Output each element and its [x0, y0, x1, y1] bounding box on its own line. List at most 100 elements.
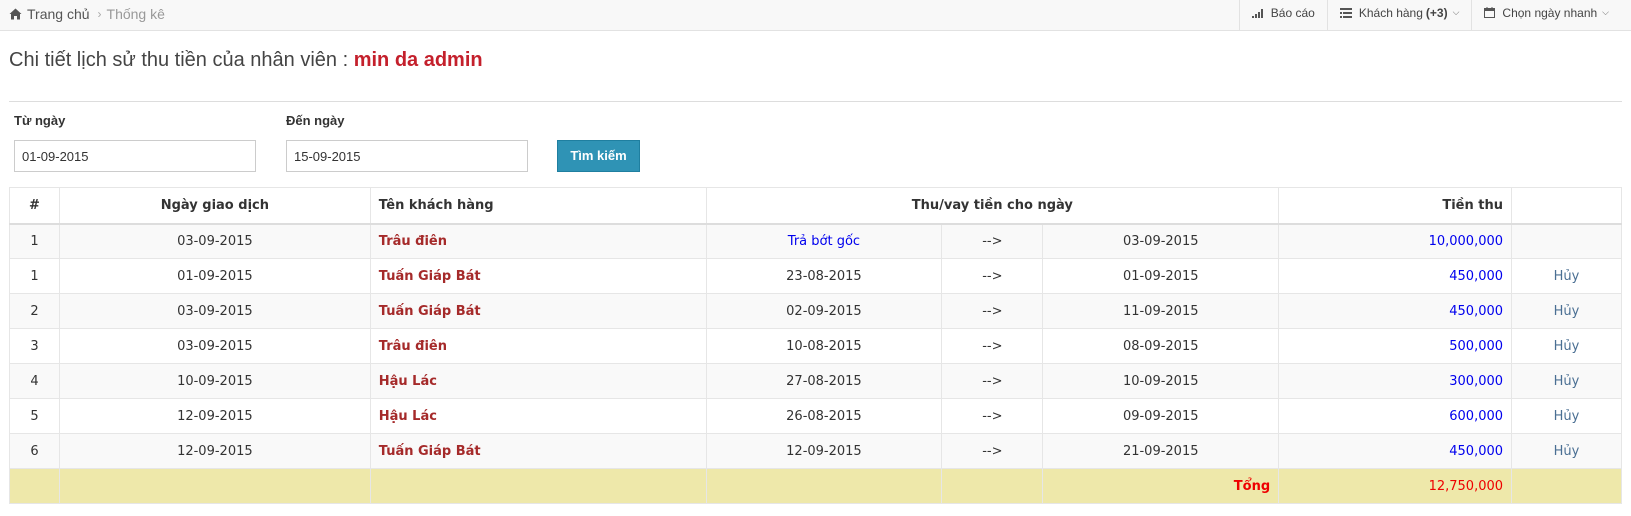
row-customer: Tuấn Giáp Bát	[369, 433, 707, 469]
row-index: 1	[9, 223, 60, 259]
row-amount: 450,000	[1278, 433, 1513, 469]
row-cancel-link[interactable]: Hủy	[1511, 433, 1622, 469]
table-row: 1 01-09-2015 Tuấn Giáp Bát 23-08-2015 --…	[9, 258, 1622, 294]
row-date: 12-09-2015	[58, 398, 371, 434]
table-row: 2 03-09-2015 Tuấn Giáp Bát 02-09-2015 --…	[9, 293, 1622, 329]
nav-quick-date-dropdown[interactable]: Chọn ngày nhanh ⌵	[1471, 0, 1631, 31]
row-date: 03-09-2015	[58, 293, 371, 329]
page-title: Chi tiết lịch sử thu tiền của nhân viên …	[9, 49, 483, 72]
column-header-customer: Tên khách hàng	[369, 187, 707, 225]
row-period-arrow: -->	[941, 328, 1044, 364]
chevron-down-icon: ⌵	[1602, 7, 1609, 17]
row-action	[1511, 223, 1622, 259]
row-amount: 10,000,000	[1278, 223, 1513, 259]
row-index: 5	[9, 398, 60, 434]
total-amount: 12,750,000	[1278, 468, 1513, 504]
total-empty-cell	[58, 468, 371, 504]
row-index: 3	[9, 328, 60, 364]
column-header-date: Ngày giao dịch	[58, 187, 371, 225]
row-period-from: 27-08-2015	[705, 363, 943, 399]
row-customer: Tuấn Giáp Bát	[369, 293, 707, 329]
signal-bars-icon	[1251, 8, 1263, 18]
nav-report-button[interactable]: Báo cáo	[1238, 0, 1327, 31]
row-customer: Tuấn Giáp Bát	[369, 258, 707, 294]
total-empty-cell	[1511, 468, 1622, 504]
home-icon	[9, 8, 22, 20]
row-period-from: 23-08-2015	[705, 258, 943, 294]
row-index: 4	[9, 363, 60, 399]
to-date-input[interactable]	[286, 140, 528, 172]
row-customer: Trâu điên	[369, 328, 707, 364]
row-period-arrow: -->	[941, 258, 1044, 294]
row-cancel-link[interactable]: Hủy	[1511, 328, 1622, 364]
table-row: 3 03-09-2015 Trâu điên 10-08-2015 --> 08…	[9, 328, 1622, 364]
nav-customers-dropdown[interactable]: Khách hàng (+3) ⌵	[1326, 0, 1472, 31]
page-title-prefix: Chi tiết lịch sử thu tiền của nhân viên …	[9, 49, 349, 71]
staff-name: min da admin	[353, 49, 483, 71]
total-empty-cell	[369, 468, 707, 504]
total-empty-cell	[9, 468, 60, 504]
row-period-from: Trả bớt gốc	[705, 223, 943, 259]
nav-customers-label: Khách hàng	[1358, 5, 1423, 20]
breadcrumb-home-link[interactable]: Trang chủ	[27, 6, 90, 22]
row-date: 01-09-2015	[58, 258, 371, 294]
nav-customers-count: (+3)	[1425, 5, 1448, 20]
breadcrumb: Trang chủ › Thống kê	[9, 0, 165, 28]
column-header-period: Thu/vay tiền cho ngày	[705, 187, 1280, 225]
table-row: 4 10-09-2015 Hậu Lác 27-08-2015 --> 10-0…	[9, 363, 1622, 399]
row-period-from: 10-08-2015	[705, 328, 943, 364]
nav-quick-date-label: Chọn ngày nhanh	[1502, 5, 1598, 20]
total-label: Tổng	[1042, 468, 1280, 504]
breadcrumb-separator-icon: ›	[97, 7, 102, 21]
row-amount: 450,000	[1278, 293, 1513, 329]
chevron-down-icon: ⌵	[1452, 7, 1460, 17]
row-period-arrow: -->	[941, 398, 1044, 434]
transactions-table: # Ngày giao dịch Tên khách hàng Thu/vay …	[9, 187, 1622, 504]
row-period-from: 02-09-2015	[705, 293, 943, 329]
total-empty-cell	[941, 468, 1044, 504]
row-period-to: 08-09-2015	[1042, 328, 1280, 364]
row-customer: Hậu Lác	[369, 398, 707, 434]
row-index: 2	[9, 293, 60, 329]
table-header-row: # Ngày giao dịch Tên khách hàng Thu/vay …	[9, 187, 1622, 225]
column-header-action	[1511, 187, 1622, 225]
table-total-row: Tổng 12,750,000	[9, 468, 1622, 504]
row-amount: 450,000	[1278, 258, 1513, 294]
row-period-arrow: -->	[941, 293, 1044, 329]
top-bar: Trang chủ › Thống kê Báo cáo Khách hàng …	[0, 0, 1631, 31]
row-date: 03-09-2015	[58, 223, 371, 259]
row-customer: Hậu Lác	[369, 363, 707, 399]
row-index: 1	[9, 258, 60, 294]
row-period-to: 10-09-2015	[1042, 363, 1280, 399]
row-cancel-link[interactable]: Hủy	[1511, 363, 1622, 399]
from-date-label: Từ ngày	[14, 113, 66, 128]
row-period-from: 26-08-2015	[705, 398, 943, 434]
calendar-icon	[1484, 7, 1496, 18]
row-period-to: 11-09-2015	[1042, 293, 1280, 329]
row-cancel-link[interactable]: Hủy	[1511, 258, 1622, 294]
divider	[9, 101, 1622, 102]
from-date-input[interactable]	[14, 140, 256, 172]
row-cancel-link[interactable]: Hủy	[1511, 293, 1622, 329]
row-period-to: 09-09-2015	[1042, 398, 1280, 434]
row-period-arrow: -->	[941, 363, 1044, 399]
row-date: 12-09-2015	[58, 433, 371, 469]
row-cancel-link[interactable]: Hủy	[1511, 398, 1622, 434]
row-period-arrow: -->	[941, 223, 1044, 259]
row-date: 10-09-2015	[58, 363, 371, 399]
row-period-to: 03-09-2015	[1042, 223, 1280, 259]
to-date-label: Đến ngày	[286, 113, 345, 128]
column-header-amount: Tiền thu	[1278, 187, 1513, 225]
row-date: 03-09-2015	[58, 328, 371, 364]
nav-report-label: Báo cáo	[1270, 5, 1315, 20]
row-amount: 500,000	[1278, 328, 1513, 364]
row-period-to: 21-09-2015	[1042, 433, 1280, 469]
row-index: 6	[9, 433, 60, 469]
column-header-index: #	[9, 187, 60, 225]
row-period-arrow: -->	[941, 433, 1044, 469]
search-button[interactable]: Tìm kiếm	[557, 140, 640, 172]
row-customer: Trâu điên	[369, 223, 707, 259]
top-nav: Báo cáo Khách hàng (+3) ⌵ Chọn ngày nhan…	[1238, 0, 1631, 31]
table-row: 1 03-09-2015 Trâu điên Trả bớt gốc --> 0…	[9, 223, 1622, 259]
row-period-from: 12-09-2015	[705, 433, 943, 469]
